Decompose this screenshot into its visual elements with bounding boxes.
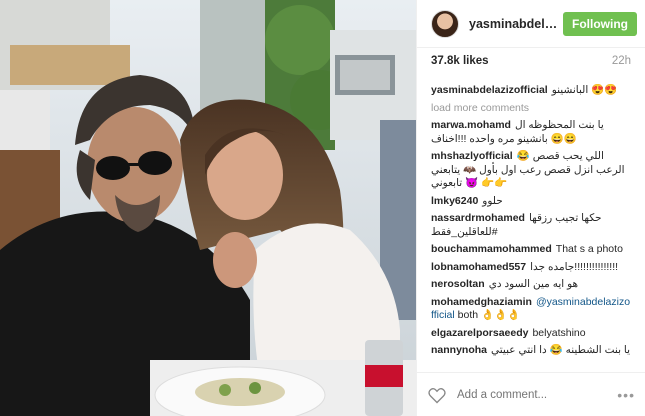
comment: lmky6240 حلوو xyxy=(431,195,631,209)
comment: marwa.mohamd يا بنت المحظوظه ال بانشينو م… xyxy=(431,119,631,146)
comment-text: هو ايه مين السود دي xyxy=(488,278,579,290)
comment-text: حلوو xyxy=(482,194,503,207)
comment-username[interactable]: mohamedghaziamin xyxy=(431,296,532,308)
post-time[interactable]: 22h xyxy=(612,55,631,67)
post-photo[interactable] xyxy=(0,0,416,416)
comment: elgazarelporsaeedy belyatshino xyxy=(431,327,631,341)
comment-text: جامده جدا!!!!!!!!!!!!!!! xyxy=(530,260,619,273)
comment: yasminabdelazizofficial البانشينو 😍😍 xyxy=(431,84,631,98)
following-button[interactable]: Following xyxy=(563,11,637,36)
post-footer: ••• xyxy=(417,372,645,416)
more-options-icon[interactable]: ••• xyxy=(617,387,635,403)
comment-username[interactable]: lobnamohamed557 xyxy=(431,261,526,273)
comment-username[interactable]: bouchammamohammed xyxy=(431,243,552,255)
comment-text: البانشينو 😍😍 xyxy=(551,84,618,96)
comment: nerosoltan هو ايه مين السود دي xyxy=(431,278,631,292)
comment-username[interactable]: elgazarelporsaeedy xyxy=(431,327,528,339)
avatar[interactable] xyxy=(431,9,459,38)
add-comment-input[interactable] xyxy=(455,387,618,402)
likes-count[interactable]: 37.8k likes xyxy=(431,55,489,67)
comment: bouchammamohammed That s a photo xyxy=(431,243,631,257)
comment-username[interactable]: nerosoltan xyxy=(431,278,485,290)
comment-username[interactable]: mhshazlyofficial xyxy=(431,150,513,162)
comment-text: يا بنت الشطينه 😂 دا انتي عبيتي xyxy=(491,344,631,356)
comments-list: yasminabdelazizofficial البانشينو 😍😍 load… xyxy=(417,84,645,372)
comment-text: both 👌👌👌 xyxy=(457,309,521,321)
post-username[interactable]: yasminabdelaziz... xyxy=(469,17,563,31)
comment-username[interactable]: nannynoha xyxy=(431,344,487,356)
comment-username[interactable]: yasminabdelazizofficial xyxy=(431,84,548,96)
comment: nannynoha يا بنت الشطينه 😂 دا انتي عبيتي xyxy=(431,344,631,358)
post-header: yasminabdelaziz... Following xyxy=(417,0,645,48)
comment-text: belyatshino xyxy=(532,326,586,339)
post-stats: 37.8k likes 22h xyxy=(417,48,645,74)
comment: mhshazlyofficial 😂 اللي يحب قصص الرعب انز… xyxy=(431,150,631,191)
comment: mohamedghaziamin @yasminabdelazizofficial… xyxy=(431,296,631,323)
heart-icon[interactable] xyxy=(427,385,447,405)
post-side-panel: yasminabdelaziz... Following 37.8k likes… xyxy=(416,0,645,416)
comment-text: That s a photo xyxy=(555,243,623,255)
comment-username[interactable]: nassardrmohamed xyxy=(431,212,525,224)
comment-username[interactable]: lmky6240 xyxy=(431,195,478,207)
photo-illustration xyxy=(0,0,416,416)
comment: nassardrmohamed حكها تجيب رزقها #للعاقلين… xyxy=(431,212,631,239)
comment-username[interactable]: marwa.mohamd xyxy=(431,119,511,131)
load-more-comments-link[interactable]: load more comments xyxy=(431,102,631,116)
instagram-post: yasminabdelaziz... Following 37.8k likes… xyxy=(0,0,645,416)
comment: lobnamohamed557 جامده جدا!!!!!!!!!!!!!!! xyxy=(431,261,631,275)
